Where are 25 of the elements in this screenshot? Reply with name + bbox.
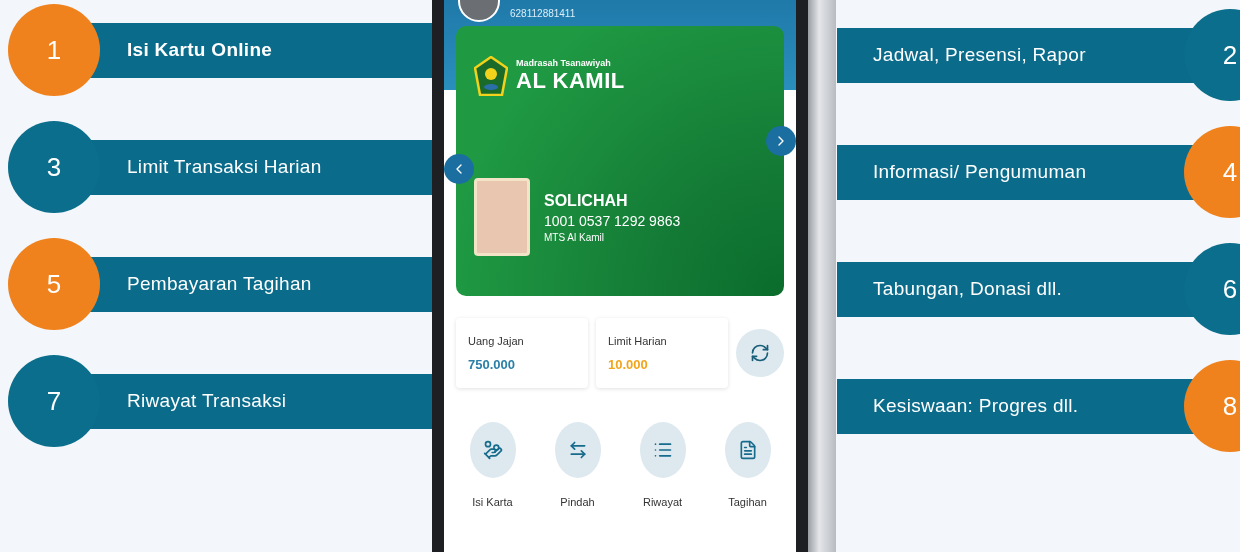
account-number: 628112881411 — [510, 8, 576, 19]
number-badge: 5 — [8, 238, 100, 330]
balance-label: Uang Jajan — [468, 334, 525, 347]
hand-coins-icon — [482, 440, 503, 460]
balance-value: 750.000 — [468, 356, 516, 372]
number-badge: 4 — [1184, 126, 1240, 218]
school-label: MTS Al Kamil — [544, 231, 605, 243]
menu-item[interactable]: Tagihan — [705, 422, 790, 508]
menu-item[interactable]: Pindah — [535, 422, 620, 508]
previous-button[interactable] — [444, 154, 474, 184]
balance-value: 10.000 — [608, 356, 649, 372]
balance-label: Limit Harian — [608, 334, 668, 347]
card-number: 1001 0537 1292 9863 — [544, 212, 681, 229]
student-name: SOLICHAH — [544, 191, 629, 210]
number-badge: 1 — [8, 4, 100, 96]
next-button[interactable] — [766, 126, 796, 156]
menu-item[interactable]: Riwayat — [620, 422, 705, 508]
list-icon — [652, 440, 673, 460]
school-name: AL KAMIL — [516, 68, 625, 94]
school-type: Madrasah Tsanawiyah — [516, 58, 612, 68]
emblem-icon — [474, 56, 508, 96]
number-badge: 8 — [1184, 360, 1240, 452]
refresh-button[interactable] — [736, 329, 784, 377]
menu-item[interactable]: Isi Karta — [450, 422, 535, 508]
refresh-icon — [750, 343, 770, 363]
